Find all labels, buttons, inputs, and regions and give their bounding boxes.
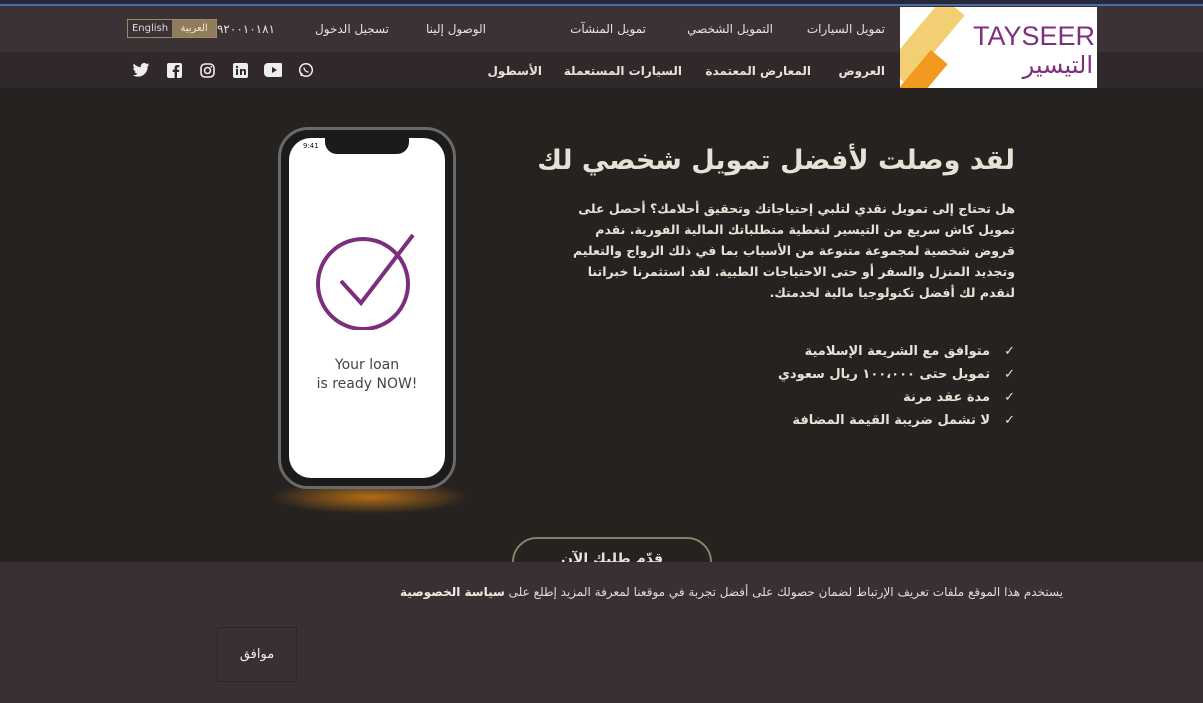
phone-notch [325, 138, 409, 154]
check-circle-icon [316, 233, 415, 330]
cookie-text: يستخدم هذا الموقع ملفات تعريف الإرتباط ل… [508, 585, 1063, 599]
feature-text: تمويل حتى ١٠٠،٠٠٠ ريال سعودي [777, 367, 991, 382]
lang-arabic[interactable]: العربية [172, 20, 216, 37]
feature-item: ✓ مدة عقد مرنة [778, 386, 1015, 409]
nav-used-cars[interactable]: السيارات المستعملة [564, 64, 682, 78]
nav-login[interactable]: تسجيل الدخول [315, 22, 389, 36]
nav-car-finance[interactable]: تمويل السيارات [807, 22, 885, 36]
cookie-agree-button[interactable]: موافق [217, 627, 297, 682]
cookie-message: يستخدم هذا الموقع ملفات تعريف الإرتباط ل… [400, 585, 1063, 599]
lang-english[interactable]: English [128, 20, 172, 37]
social-links [132, 62, 315, 78]
feature-item: ✓ متوافق مع الشريعة الإسلامية [778, 340, 1015, 363]
nav-contact[interactable]: الوصول إلينا [426, 22, 486, 36]
feature-list: ✓ متوافق مع الشريعة الإسلامية ✓ تمويل حتى … [778, 340, 1015, 432]
youtube-icon[interactable] [264, 62, 282, 78]
tayseer-logo[interactable]: TAYSEER التيسير [900, 7, 1097, 88]
instagram-icon[interactable] [198, 62, 216, 78]
check-icon: ✓ [1004, 413, 1015, 428]
hero-title: لقد وصلت لأفضل تمويل شخصي لك [537, 145, 1015, 176]
check-icon: ✓ [1004, 390, 1015, 405]
nav-business-finance[interactable]: تمويل المنشآت [570, 22, 646, 36]
feature-text: مدة عقد مرنة [903, 390, 991, 405]
logo-text-en: TAYSEER [972, 21, 1095, 51]
check-icon: ✓ [1004, 344, 1015, 359]
loan-message-line2: is ready NOW! [316, 376, 418, 392]
whatsapp-icon[interactable] [297, 62, 315, 78]
nav-fleet[interactable]: الأسطول [488, 64, 542, 78]
phone-mockup: 9:41 Your loan is ready NOW! [278, 127, 456, 489]
loan-message: Your loan is ready NOW! [289, 356, 445, 394]
nav-dealers[interactable]: المعارض المعتمدة [705, 64, 811, 78]
nav-offers[interactable]: العروض [839, 64, 885, 78]
phone-screen: 9:41 Your loan is ready NOW! [289, 138, 445, 478]
phone-time: 9:41 [303, 142, 319, 150]
feature-item: ✓ لا تشمل ضريبة القيمة المضافة [778, 409, 1015, 432]
feature-text: متوافق مع الشريعة الإسلامية [804, 344, 991, 359]
twitter-icon[interactable] [132, 62, 150, 78]
language-switcher: English العربية [127, 19, 217, 38]
phone-number[interactable]: ٩٢٠٠١٠١٨١ [217, 22, 275, 36]
check-icon: ✓ [1004, 367, 1015, 382]
nav-personal-finance[interactable]: التمويل الشخصي [687, 22, 773, 36]
logo-text-ar: التيسير [1022, 51, 1093, 79]
cookie-banner: يستخدم هذا الموقع ملفات تعريف الإرتباط ل… [0, 562, 1203, 703]
loan-message-line1: Your loan [334, 357, 400, 373]
feature-item: ✓ تمويل حتى ١٠٠،٠٠٠ ريال سعودي [778, 363, 1015, 386]
privacy-policy-link[interactable]: سياسة الخصوصية [400, 585, 505, 599]
hero-description: هل تحتاج إلى تمويل نقدي لتلبي إحتياجاتك … [573, 201, 1015, 300]
facebook-icon[interactable] [165, 62, 183, 78]
linkedin-icon[interactable] [231, 62, 249, 78]
feature-text: لا تشمل ضريبة القيمة المضافة [792, 413, 991, 428]
